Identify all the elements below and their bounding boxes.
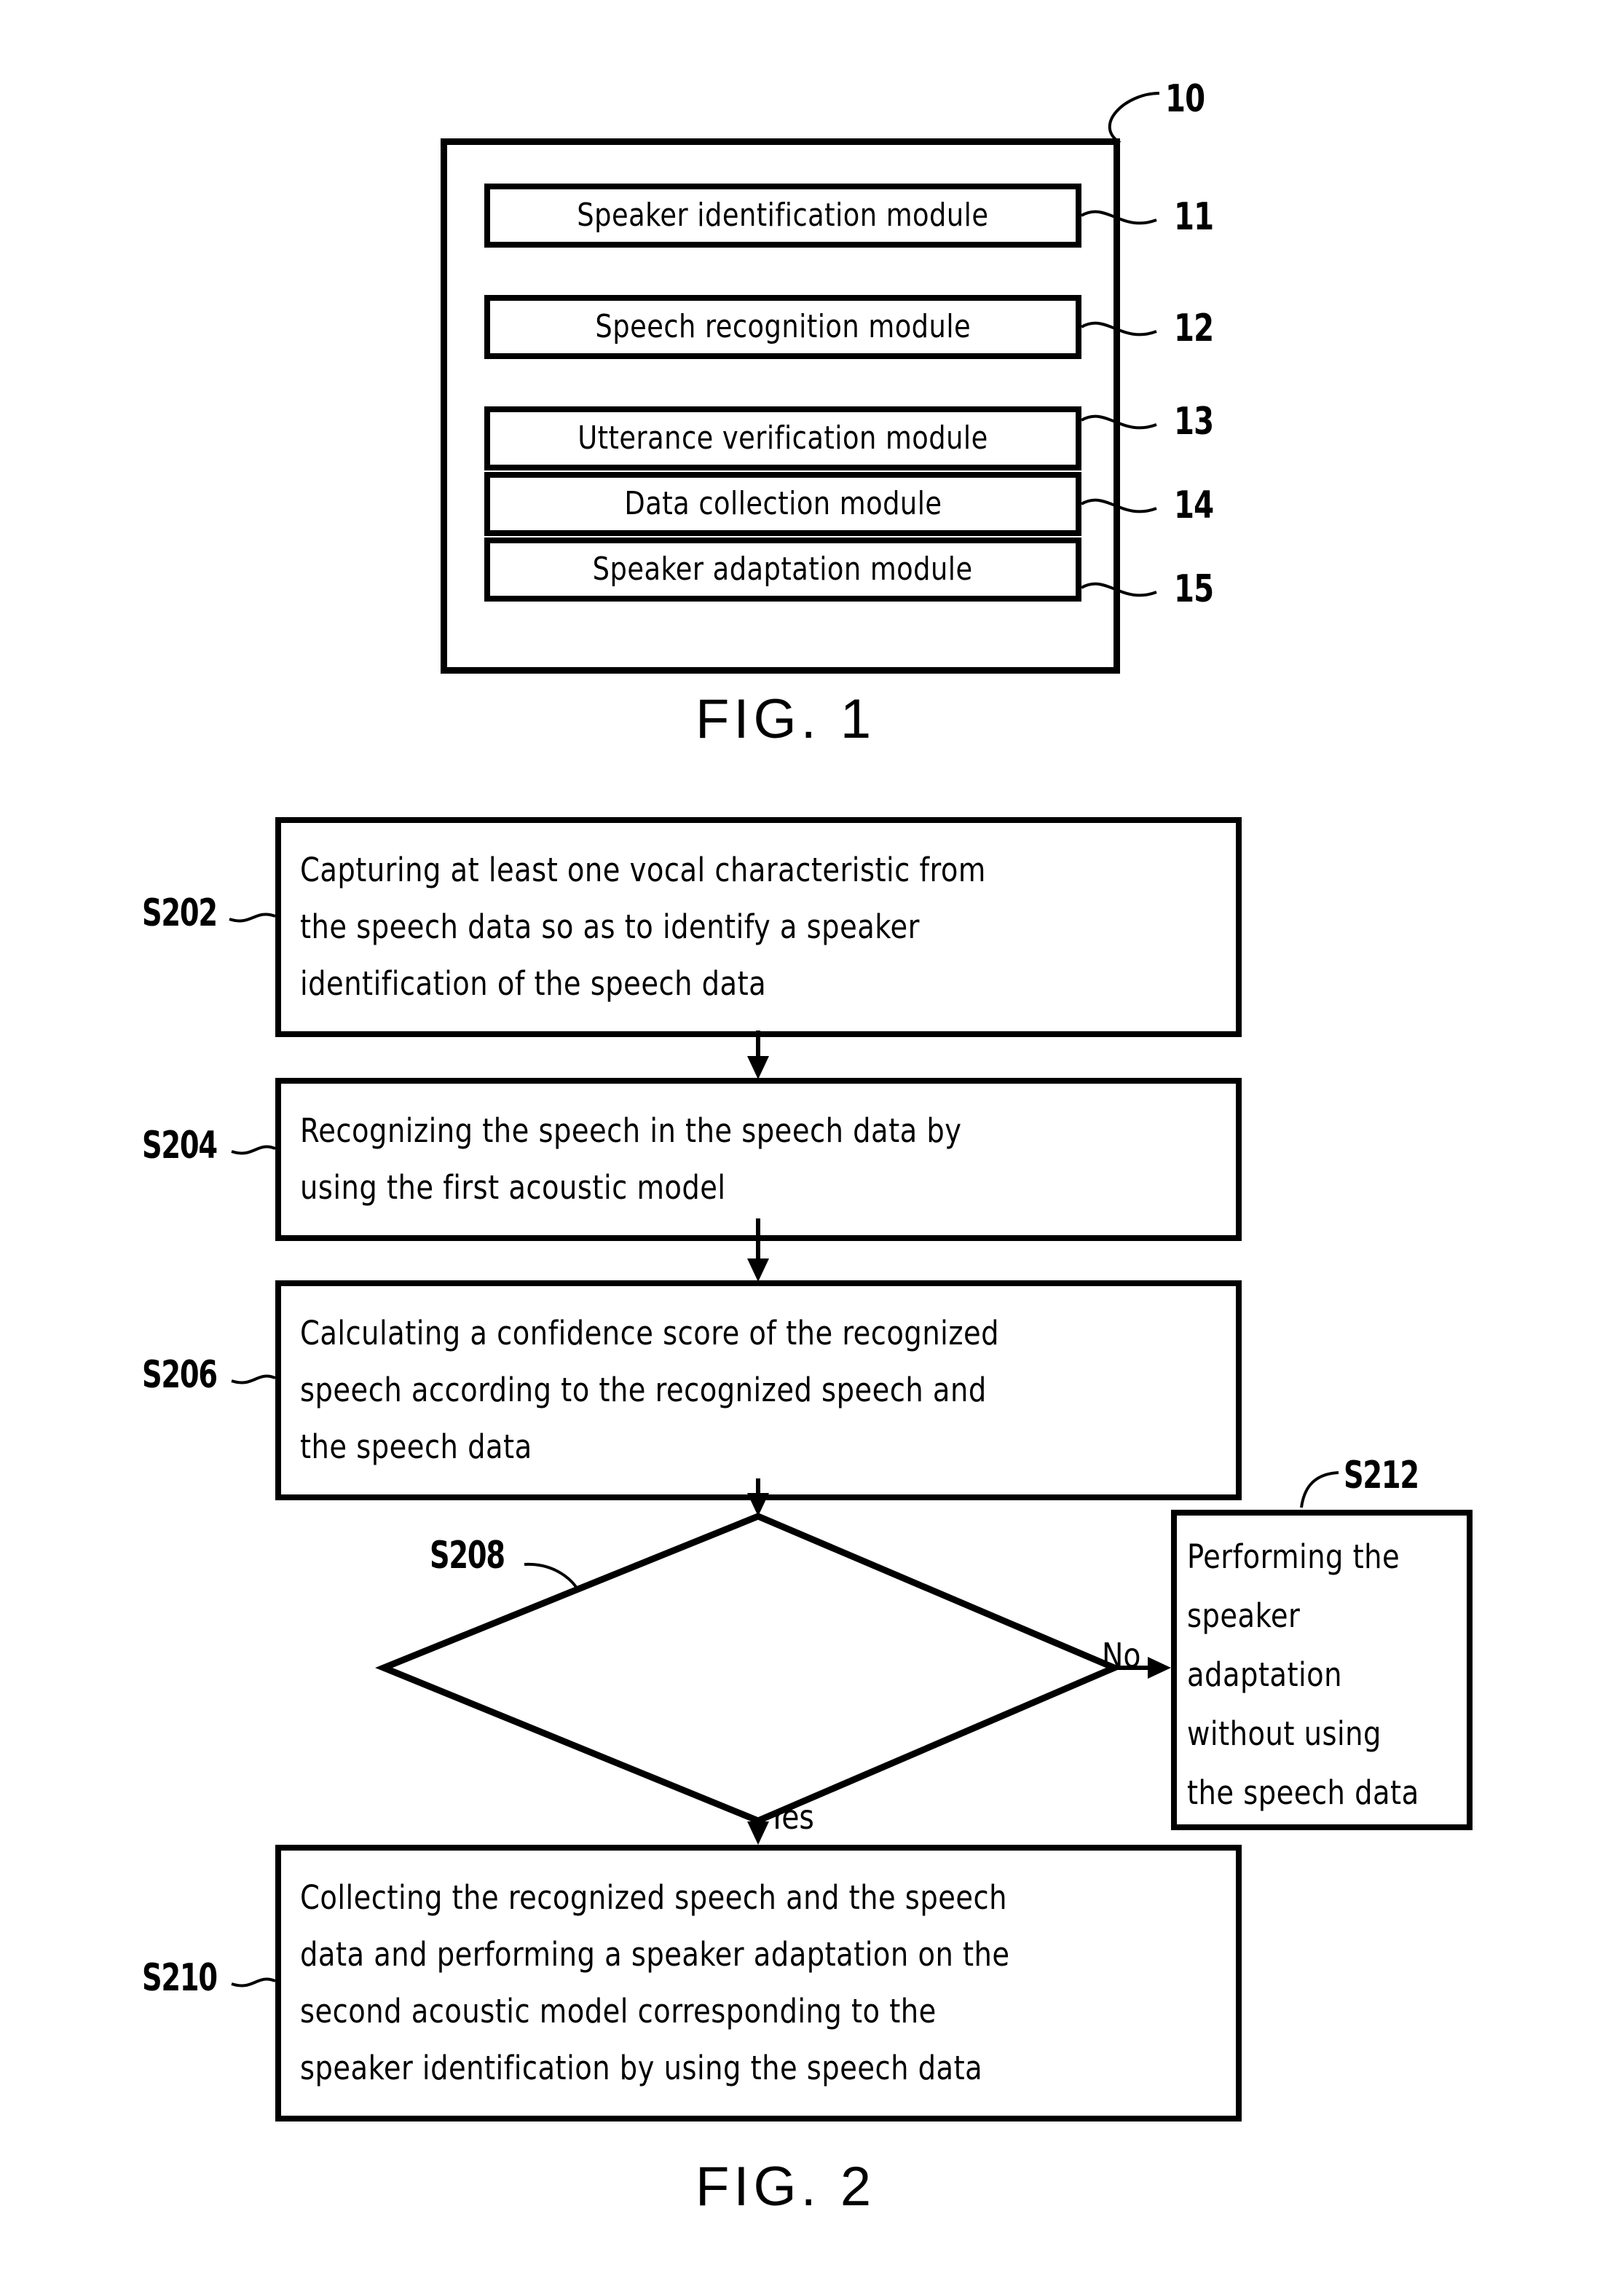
leader-line-s202 [229,913,276,923]
flow-step-text-s210: Collecting the recognized speech and the… [300,1878,1010,2087]
figure1-caption: FIG. 1 [695,688,876,750]
flow-step-box-s204: Recognizing the speech in the speech dat… [275,1078,1242,1241]
flow-step-text-s202: Capturing at least one vocal characteris… [300,851,986,1003]
reference-numeral-13: 13 [1174,400,1214,444]
flow-step-ref-s206: S206 [142,1353,218,1397]
flow-step-text-s206: Calculating a confidence score of the re… [300,1314,1000,1466]
flow-step-box-s212: Performing the speaker adaptation withou… [1171,1510,1473,1830]
branch-label-yes: Yes [768,1797,814,1837]
flow-step-ref-s208: S208 [430,1534,505,1577]
module-box-speaker-adaptation: Speaker adaptation module [484,537,1081,602]
module-label-utterance-verification: Utterance verification module [578,419,988,457]
reference-numeral-14: 14 [1174,484,1214,527]
flow-arrowhead-yes-branch [747,1821,769,1845]
reference-numeral-12: 12 [1174,307,1214,350]
module-box-data-collection: Data collection module [484,472,1081,536]
decision-text-line1: Determining [661,1588,837,1627]
flow-step-text-s204: Recognizing the speech in the speech dat… [300,1111,962,1207]
decision-text-line2: whether the confidence score is [525,1645,973,1684]
flow-step-ref-s202: S202 [142,891,218,935]
flow-step-box-s202: Capturing at least one vocal characteris… [275,817,1242,1037]
flow-step-ref-s210: S210 [142,1956,218,2000]
module-box-utterance-verification: Utterance verification module [484,406,1081,470]
flow-step-ref-s204: S204 [142,1124,218,1167]
module-label-speaker-adaptation: Speaker adaptation module [593,551,973,588]
leader-line-s206 [231,1374,276,1384]
decision-text-line3: over a first threshold [602,1702,896,1741]
figure2-caption: FIG. 2 [695,2156,876,2218]
flow-arrowhead-no-branch [1148,1657,1171,1679]
reference-numeral-15: 15 [1174,567,1214,611]
reference-numeral-11: 11 [1174,195,1214,239]
leader-line-s210 [231,1977,276,1987]
leader-line-s204 [231,1145,276,1155]
flow-step-ref-s212: S212 [1344,1454,1419,1497]
module-box-speech-recognition: Speech recognition module [484,295,1081,359]
flow-step-box-s206: Calculating a confidence score of the re… [275,1280,1242,1500]
module-box-speaker-identification: Speaker identification module [484,184,1081,248]
module-label-speaker-identification: Speaker identification module [577,197,989,234]
leader-line-10 [1108,92,1160,144]
leader-line-s212 [1300,1471,1339,1508]
module-label-speech-recognition: Speech recognition module [595,308,971,345]
module-label-data-collection: Data collection module [623,485,942,522]
branch-label-no: No [1102,1636,1141,1675]
flow-step-box-s210: Collecting the recognized speech and the… [275,1845,1242,2122]
patent-figure-sheet: Speaker identification module Speech rec… [0,0,1624,2281]
flow-step-text-s212: Performing the speaker adaptation withou… [1187,1537,1419,1812]
flow-arrowhead-s204-s206 [747,1258,769,1282]
flow-arrowhead-s202-s204 [747,1056,769,1079]
reference-numeral-10: 10 [1165,77,1205,121]
